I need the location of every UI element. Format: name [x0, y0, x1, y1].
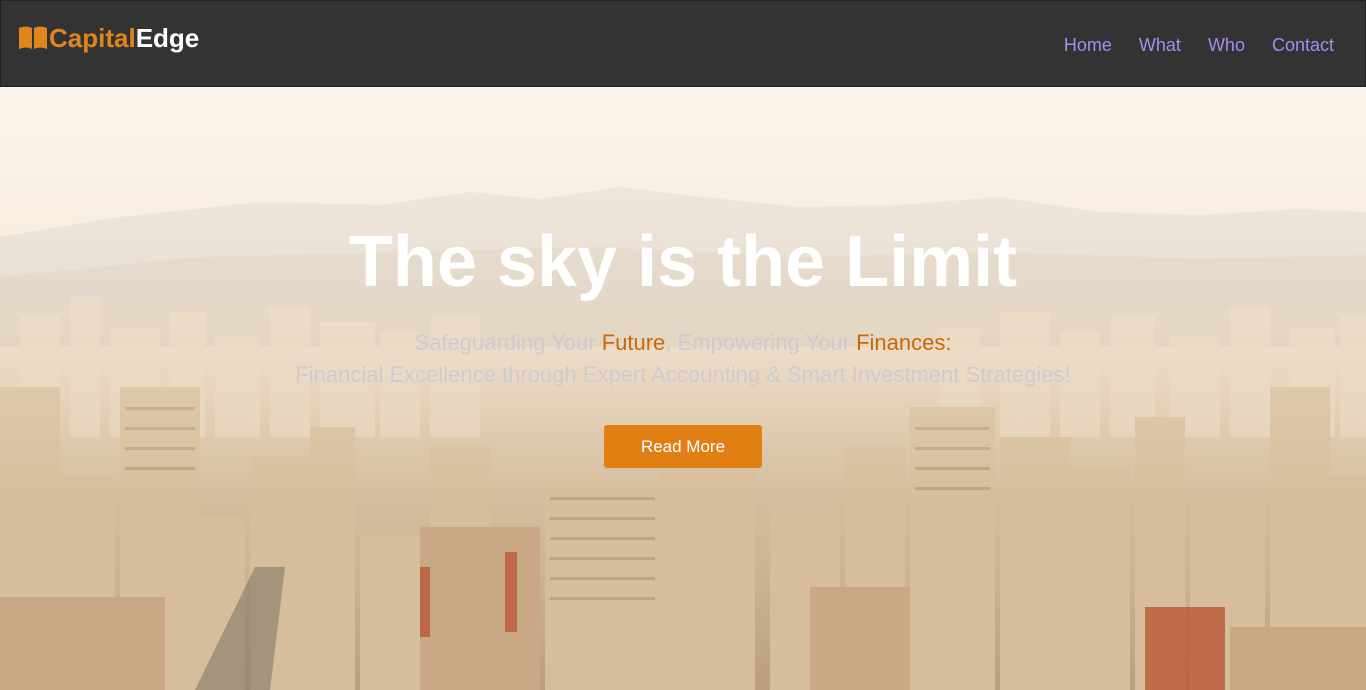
brand-name-part1: Capital — [49, 23, 136, 53]
nav-who-link[interactable]: Who — [1208, 34, 1245, 56]
hero-tagline: Safeguarding Your Future, Empowering You… — [0, 327, 1366, 391]
tagline-text-a: Safeguarding Your — [414, 330, 602, 355]
book-icon — [19, 26, 47, 49]
main-nav: Home What Who Contact — [1037, 34, 1334, 56]
tagline-colon: : — [945, 330, 952, 355]
hero-section: The sky is the Limit Safeguarding Your F… — [0, 87, 1366, 690]
nav-contact-link[interactable]: Contact — [1272, 34, 1334, 56]
brand-name-part2: Edge — [135, 23, 200, 53]
read-more-button[interactable]: Read More — [604, 425, 762, 468]
tagline-line1: Safeguarding Your Future, Empowering You… — [0, 327, 1366, 359]
top-navbar: Capital Edge Home What Who Contact — [0, 0, 1366, 87]
nav-what-link[interactable]: What — [1139, 34, 1181, 56]
tagline-text-c: , Empowering Your — [665, 330, 857, 355]
tagline-accent-finances: Finances — [856, 330, 946, 355]
tagline-line2: Financial Excellence through Expert Acco… — [295, 362, 1071, 387]
brand-logo[interactable]: Capital Edge — [18, 22, 199, 54]
hero-headline: The sky is the Limit — [348, 222, 1018, 302]
nav-home-link[interactable]: Home — [1064, 34, 1112, 56]
tagline-accent-future: Future — [601, 330, 666, 355]
